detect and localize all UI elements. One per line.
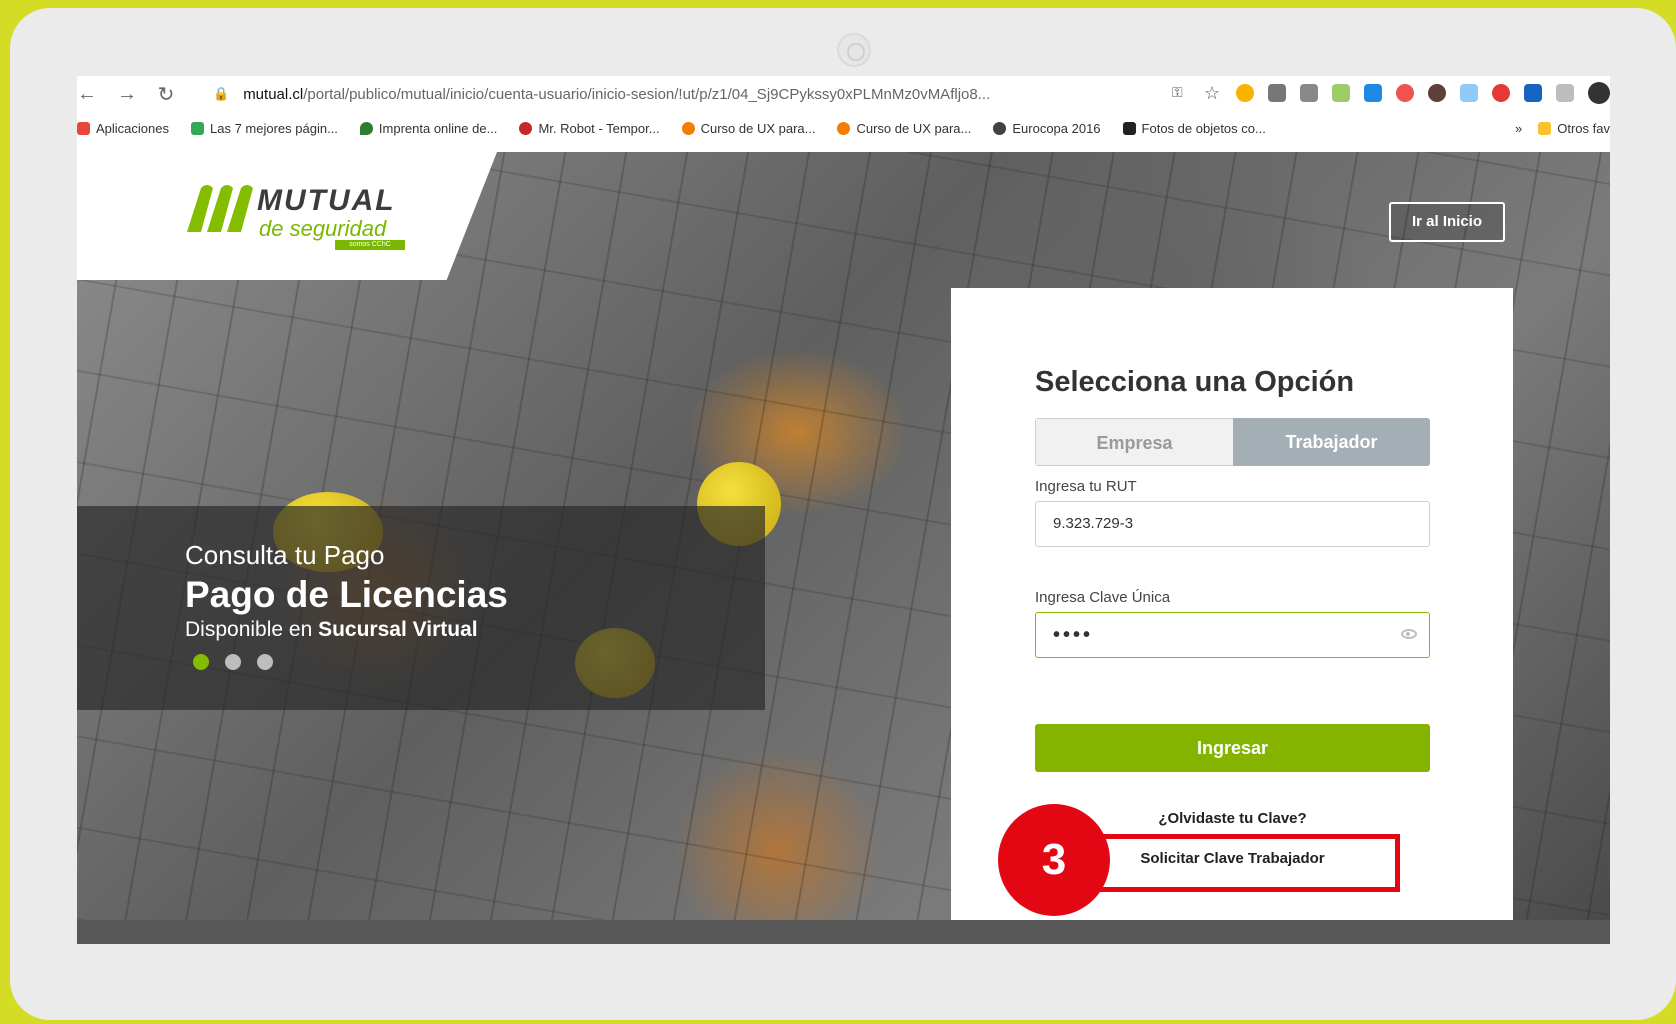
key-icon[interactable]: ⚿	[1172, 84, 1190, 102]
bookmark-item[interactable]: Las 7 mejores págin...	[191, 121, 338, 136]
logo-tagline: somos CChC	[335, 240, 405, 250]
ir-al-inicio-button[interactable]: Ir al Inicio	[1389, 202, 1505, 242]
camera-ext-icon[interactable]	[1268, 84, 1286, 102]
bookmark-item[interactable]: Fotos de objetos co...	[1122, 121, 1266, 136]
carousel-title: Pago de Licencias	[185, 574, 508, 615]
copy-ext-icon[interactable]	[1460, 84, 1478, 102]
reload-icon[interactable]: ↻	[157, 82, 175, 107]
star-icon[interactable]: ☆	[1204, 84, 1222, 102]
face-ext-icon[interactable]	[1428, 84, 1446, 102]
translate-ext-icon[interactable]	[1524, 84, 1542, 102]
clave-value: ••••	[1053, 624, 1094, 646]
annotation-step-badge: 3	[998, 804, 1110, 916]
tab-trabajador[interactable]: Trabajador	[1233, 418, 1430, 466]
opera-ext-icon[interactable]	[1492, 84, 1510, 102]
carousel-line: Disponible en Sucursal Virtual	[185, 618, 478, 641]
back-icon[interactable]: ←	[77, 83, 97, 106]
carousel-dot-2[interactable]	[225, 654, 241, 670]
s-ext-icon[interactable]	[1364, 84, 1382, 102]
show-password-icon[interactable]	[1401, 629, 1417, 639]
clave-input[interactable]: ••••	[1035, 612, 1430, 658]
browser-nav: ← → ↻	[77, 82, 175, 107]
flame-icon	[681, 121, 695, 135]
url-field[interactable]: mutual.cl/portal/publico/mutual/inicio/c…	[243, 86, 990, 103]
logo-subtitle: de seguridad	[259, 216, 387, 241]
annotation-highlight-box	[1094, 834, 1400, 892]
more-bookmarks-button[interactable]: »	[1515, 121, 1522, 136]
logo-wordmark: MUTUAL	[257, 184, 396, 217]
rut-label: Ingresa tu RUT	[1035, 478, 1137, 495]
browser-screen: ← → ↻ 🔒 mutual.cl/portal/publico/mutual/…	[77, 76, 1610, 944]
bookmark-item[interactable]: Eurocopa 2016	[993, 121, 1101, 136]
swirl-ext-icon[interactable]	[1396, 84, 1414, 102]
rut-input[interactable]: 9.323.729-3	[1035, 501, 1430, 547]
extension-icons: ⚿ ☆	[1172, 82, 1610, 104]
bookmark-aplicaciones[interactable]: Aplicaciones	[77, 121, 169, 136]
ingresar-button[interactable]: Ingresar	[1035, 724, 1430, 772]
address-bar: ← → ↻ 🔒 mutual.cl/portal/publico/mutual/…	[77, 76, 1610, 112]
bookmark-favicon	[519, 121, 533, 135]
lock-icon[interactable]: 🔒	[213, 86, 229, 102]
carousel-dot-1[interactable]	[193, 654, 209, 670]
profile-avatar[interactable]	[1588, 82, 1610, 104]
crown-ext-icon[interactable]	[1332, 84, 1350, 102]
bookmark-item[interactable]: Curso de UX para...	[837, 121, 971, 136]
flame-icon	[837, 121, 851, 135]
forward-icon[interactable]: →	[117, 83, 137, 106]
apps-icon	[77, 121, 90, 135]
drop-icon	[359, 121, 373, 135]
ball-icon	[993, 121, 1007, 135]
carousel-dots	[193, 654, 273, 670]
clave-label: Ingresa Clave Única	[1035, 589, 1171, 606]
bookmark-favicon	[191, 121, 204, 135]
login-title: Selecciona una Opción	[1035, 366, 1355, 398]
mutual-logo-icon[interactable]	[183, 182, 253, 234]
tab-empresa[interactable]: Empresa	[1035, 418, 1233, 466]
menu-ext-icon[interactable]	[1556, 84, 1574, 102]
bookmark-item[interactable]: Mr. Robot - Tempor...	[519, 121, 660, 136]
carousel-subtitle: Consulta tu Pago	[185, 540, 385, 570]
extension-icon[interactable]	[1236, 84, 1254, 102]
bookmarks-overflow: » Otros fav	[1515, 121, 1610, 136]
footer-bar	[77, 920, 1610, 944]
bookmark-favicon	[1122, 121, 1136, 135]
other-favorites[interactable]: Otros fav	[1538, 121, 1610, 136]
bookmarks-bar: Aplicaciones Las 7 mejores págin... Impr…	[77, 114, 1610, 142]
folder-icon	[1538, 121, 1552, 135]
bookmark-item[interactable]: Curso de UX para...	[681, 121, 815, 136]
bookmark-item[interactable]: Imprenta online de...	[359, 121, 497, 136]
chat-ext-icon[interactable]	[1300, 84, 1318, 102]
camera-icon	[837, 33, 871, 67]
user-type-toggle: Empresa Trabajador	[1035, 418, 1430, 466]
carousel-dot-3[interactable]	[257, 654, 273, 670]
